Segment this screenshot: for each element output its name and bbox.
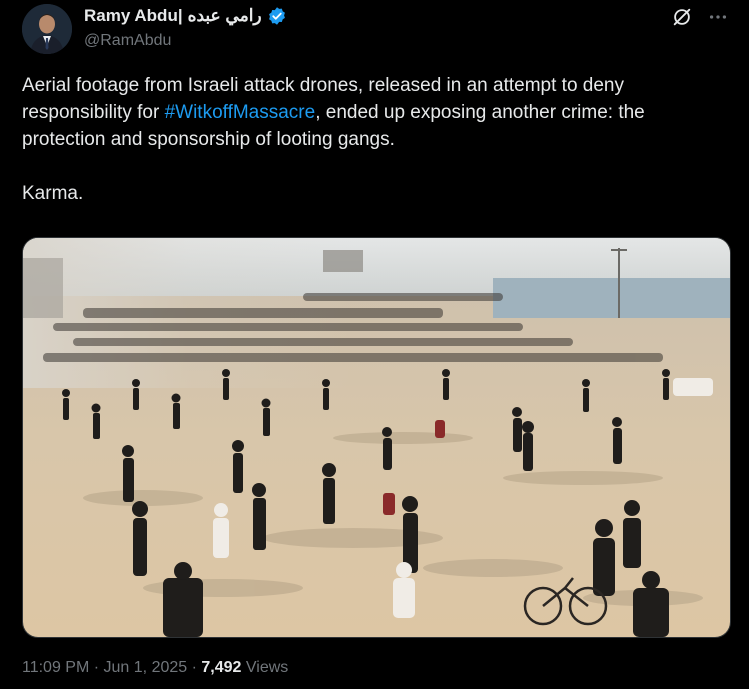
verified-badge-icon bbox=[267, 6, 287, 26]
top-actions bbox=[671, 6, 729, 28]
meta-separator: · bbox=[93, 659, 100, 676]
author-display-name[interactable]: Ramy Abdu| bbox=[84, 6, 183, 26]
more-options-icon[interactable] bbox=[707, 6, 729, 28]
grok-icon[interactable] bbox=[671, 6, 693, 28]
views-label: Views bbox=[245, 659, 289, 676]
hashtag-link[interactable]: #WitkoffMassacre bbox=[165, 102, 316, 123]
avatar[interactable] bbox=[22, 4, 72, 54]
tweet: Ramy Abdu| رامي عبده @RamAbdu Aerial foo bbox=[0, 0, 749, 689]
author-display-name-arabic[interactable]: رامي عبده bbox=[188, 6, 262, 26]
author-name-row[interactable]: Ramy Abdu| رامي عبده bbox=[84, 6, 287, 26]
tweet-text: Aerial footage from Israeli attack drone… bbox=[22, 72, 727, 207]
tweet-paragraph-1: Aerial footage from Israeli attack drone… bbox=[22, 72, 727, 153]
meta-separator-2: · bbox=[191, 659, 197, 676]
author-handle[interactable]: @RamAbdu bbox=[84, 32, 171, 50]
media-photo bbox=[23, 238, 730, 637]
tweet-meta: 11:09 PM · Jun 1, 2025 · 7,492 Views bbox=[22, 659, 288, 677]
views-count: 7,492 bbox=[201, 659, 242, 676]
tweet-date[interactable]: Jun 1, 2025 bbox=[104, 659, 188, 676]
tweet-paragraph-2: Karma. bbox=[22, 183, 84, 204]
avatar-image bbox=[22, 4, 72, 54]
media-image[interactable] bbox=[22, 237, 731, 638]
tweet-time[interactable]: 11:09 PM bbox=[22, 659, 89, 676]
